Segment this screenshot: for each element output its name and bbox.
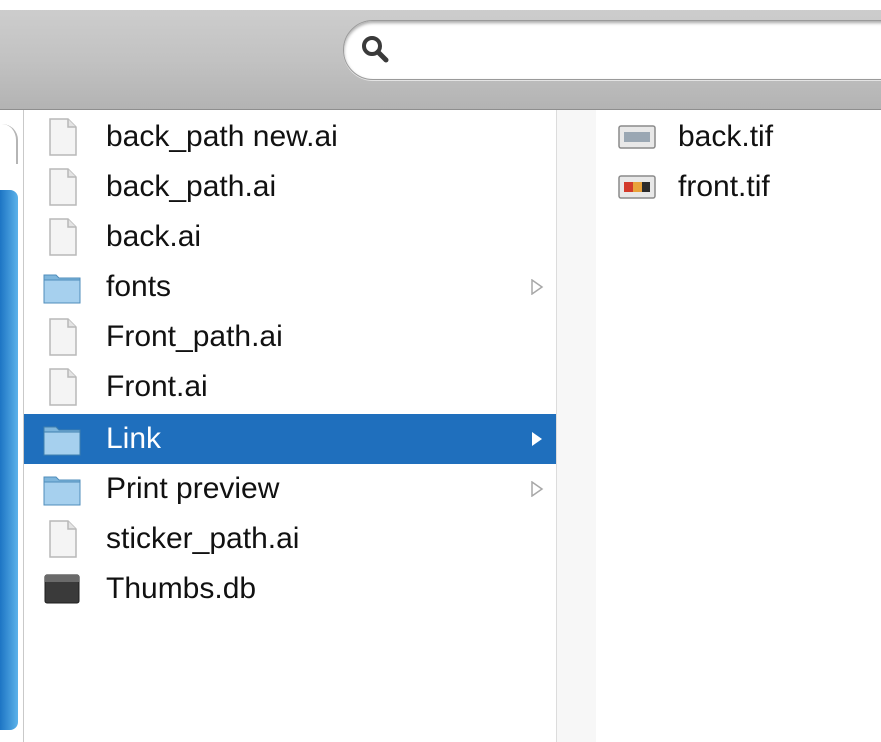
list-item-label: back.ai — [106, 220, 202, 253]
list-item-label: sticker_path.ai — [106, 522, 300, 555]
document-icon — [49, 218, 77, 256]
folder-icon — [43, 476, 81, 506]
previous-column-selection — [0, 190, 18, 730]
list-item-back-path-ai[interactable]: back_path.ai — [24, 162, 556, 212]
finder-window: back_path new.ai back_path.ai back.ai fo… — [0, 0, 881, 742]
list-item-back-tif[interactable]: back.tif — [596, 112, 881, 162]
list-item-label: fonts — [106, 270, 172, 303]
search-field[interactable] — [343, 20, 881, 80]
column-divider[interactable] — [556, 110, 596, 742]
folder-icon — [43, 426, 81, 456]
search-input[interactable] — [400, 31, 881, 71]
search-icon — [362, 36, 389, 63]
disclosure-arrow-icon — [531, 481, 544, 497]
list-item-label: Thumbs.db — [106, 572, 257, 605]
list-item-label: back.tif — [678, 120, 774, 153]
list-item-thumbs-db[interactable]: Thumbs.db — [24, 564, 556, 614]
column-browser: back_path new.ai back_path.ai back.ai fo… — [0, 110, 881, 742]
list-item-fonts[interactable]: fonts — [24, 262, 556, 312]
list-item-label: Print preview — [106, 472, 280, 505]
previous-column-border — [0, 124, 18, 164]
list-item-print-preview[interactable]: Print preview — [24, 464, 556, 514]
list-item-link[interactable]: Link — [24, 414, 556, 464]
list-item-label: Front_path.ai — [106, 320, 283, 353]
disclosure-arrow-icon — [532, 432, 542, 446]
document-icon — [49, 168, 77, 206]
list-item-label: back_path new.ai — [106, 120, 338, 153]
list-item-label: back_path.ai — [106, 170, 277, 203]
file-column[interactable]: back_path new.ai back_path.ai back.ai fo… — [24, 110, 556, 742]
list-item-label: Link — [106, 422, 162, 455]
list-item-front-ai[interactable]: Front.ai — [24, 362, 556, 412]
toolbar-top-edge — [0, 0, 881, 10]
document-icon — [49, 318, 77, 356]
database-file-icon — [44, 574, 80, 604]
list-item-sticker-path-ai[interactable]: sticker_path.ai — [24, 514, 556, 564]
document-icon — [49, 520, 77, 558]
previous-column-edge — [0, 110, 24, 742]
image-thumbnail-icon — [618, 175, 656, 199]
folder-icon — [43, 274, 81, 304]
list-item-front-tif[interactable]: front.tif — [596, 162, 881, 212]
list-item-label: Front.ai — [106, 370, 208, 403]
document-icon — [49, 368, 77, 406]
document-icon — [49, 118, 77, 156]
toolbar — [0, 0, 881, 110]
list-item-label: front.tif — [678, 170, 770, 203]
disclosure-arrow-icon — [531, 279, 544, 295]
list-item-back-ai[interactable]: back.ai — [24, 212, 556, 262]
list-item-back-path-new-ai[interactable]: back_path new.ai — [24, 112, 556, 162]
link-folder-column[interactable]: back.tif front.tif — [596, 110, 881, 742]
image-thumbnail-icon — [618, 125, 656, 149]
list-item-front-path-ai[interactable]: Front_path.ai — [24, 312, 556, 362]
